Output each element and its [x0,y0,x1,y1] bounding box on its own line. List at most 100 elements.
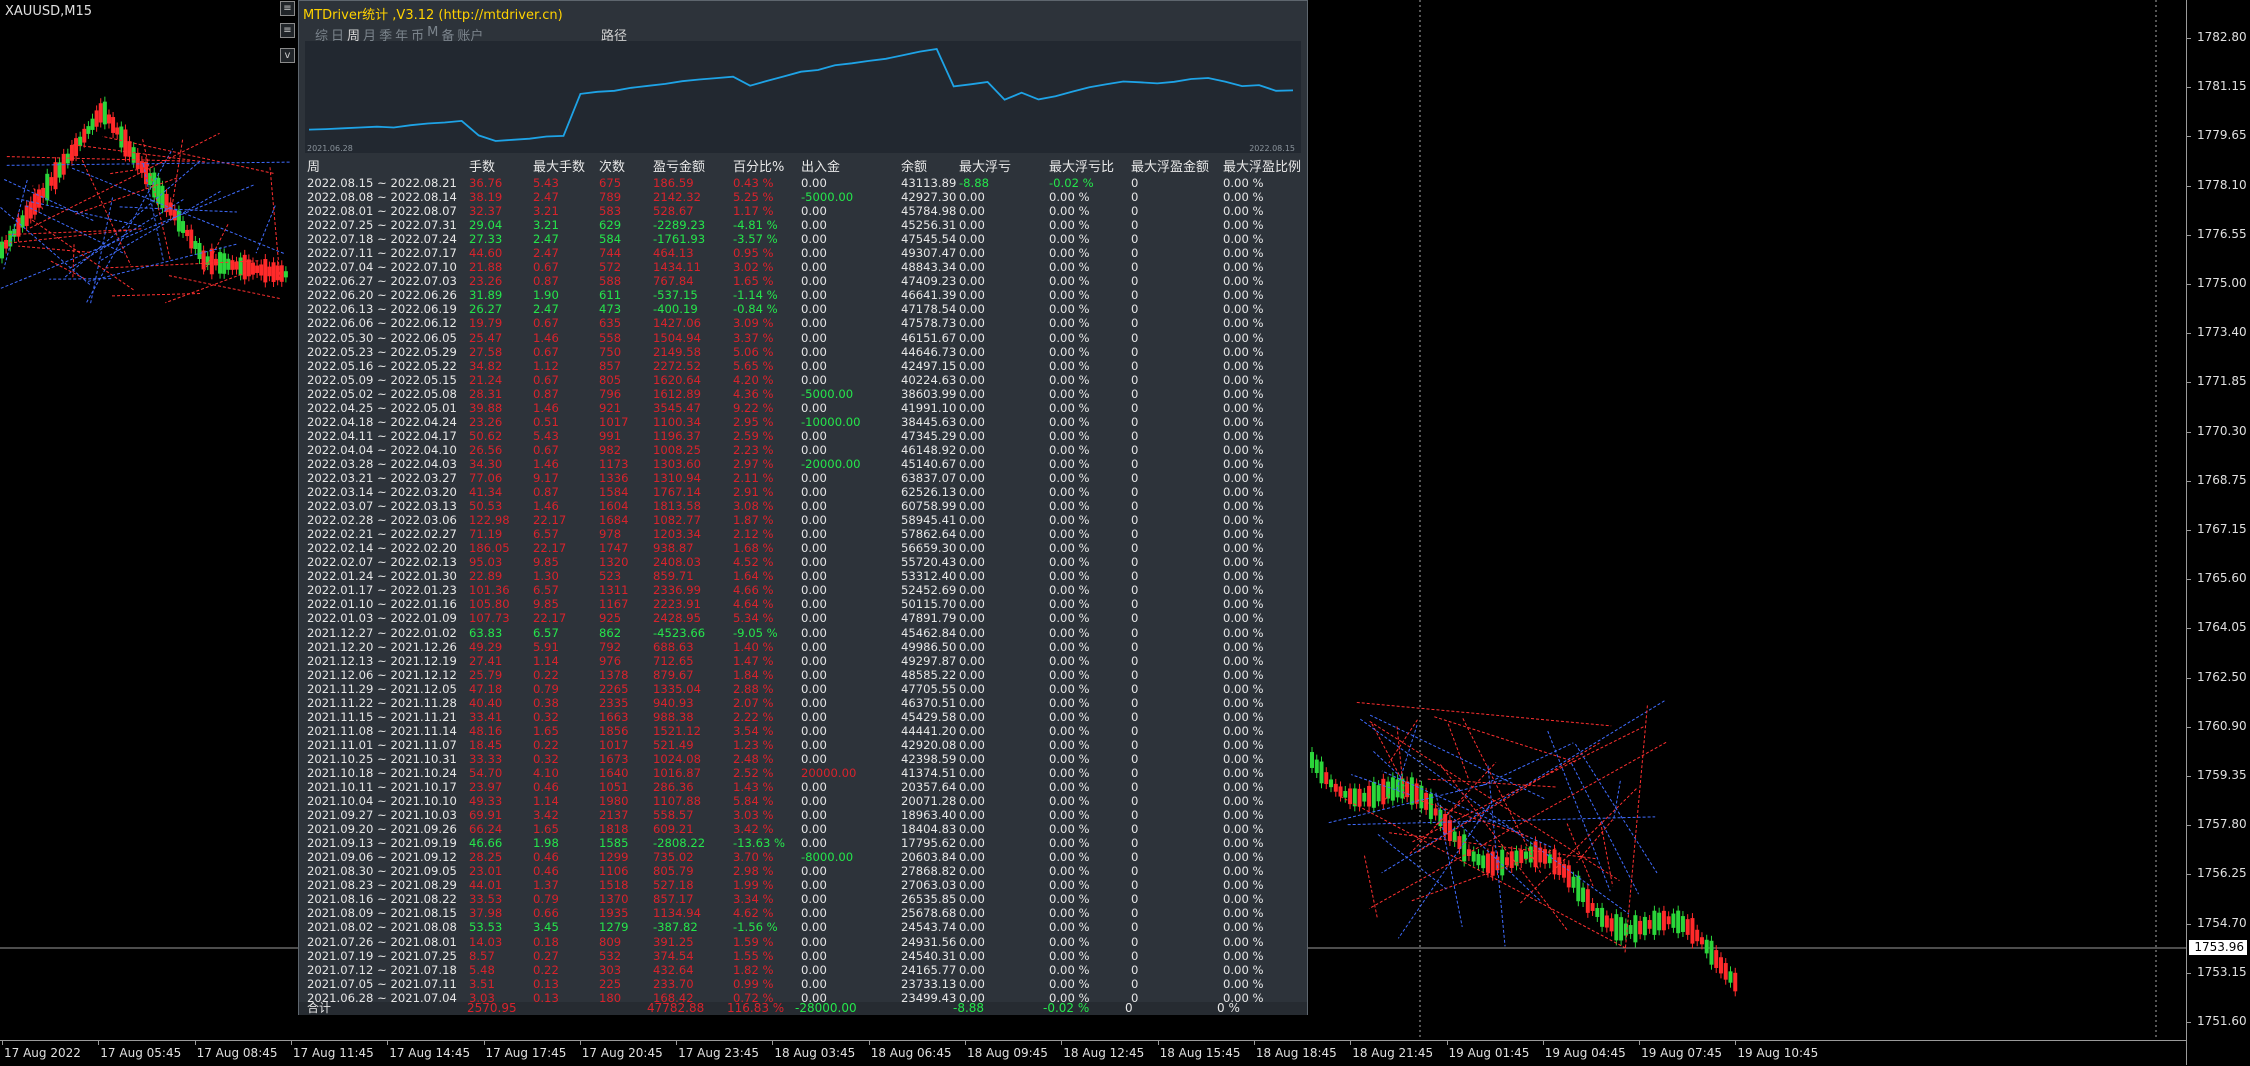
column-header[interactable]: 最大浮亏比 [1049,160,1114,176]
table-row[interactable]: 2022.01.03 ~ 2022.01.09 107.73 22.17 925 242… [305,611,1305,625]
table-row[interactable]: 2022.04.25 ~ 2022.05.01 39.88 1.46 921 3545.… [305,401,1305,415]
column-header[interactable]: 盈亏金额 [653,160,705,176]
table-row[interactable]: 2021.12.13 ~ 2021.12.19 27.41 1.14 976 712.6… [305,654,1305,668]
table-cell: 0.13 [533,976,559,991]
table-row[interactable]: 2021.08.16 ~ 2021.08.22 33.53 0.79 1370 857.… [305,892,1305,906]
table-cell: 37.98 [469,906,503,921]
table-cell: 0.00 % [1049,428,1090,443]
table-cell: 0.00 [801,625,827,640]
table-row[interactable]: 2021.11.15 ~ 2021.11.21 33.41 0.32 1663 988.… [305,710,1305,724]
table-row[interactable]: 2021.10.04 ~ 2021.10.10 49.33 1.14 1980 1107… [305,794,1305,808]
total-pct: 116.83 % [727,1001,785,1015]
table-row[interactable]: 2021.09.13 ~ 2021.09.19 46.66 1.98 1585 -280… [305,836,1305,850]
table-cell: 1747 [599,541,629,556]
chart-collapse-button[interactable]: v [280,48,295,63]
table-row[interactable]: 2022.06.13 ~ 2022.06.19 26.27 2.47 473 -400.… [305,302,1305,316]
table-cell: 33.53 [469,892,503,907]
table-row[interactable]: 2022.04.11 ~ 2022.04.17 50.62 5.43 991 1196.… [305,429,1305,443]
column-header[interactable]: 最大手数 [533,160,585,176]
table-row[interactable]: 2022.05.30 ~ 2022.06.05 25.47 1.46 558 1504.… [305,331,1305,345]
table-cell: 23.26 [469,274,503,289]
table-row[interactable]: 2022.03.21 ~ 2022.03.27 77.06 9.17 1336 1310… [305,471,1305,485]
table-row[interactable]: 2021.09.06 ~ 2021.09.12 28.25 0.46 1299 735.… [305,850,1305,864]
table-row[interactable]: 2022.07.18 ~ 2022.07.24 27.33 2.47 584 -1761… [305,232,1305,246]
table-row[interactable]: 2021.08.02 ~ 2021.08.08 53.53 3.45 1279 -387… [305,920,1305,934]
table-cell: 2021.08.02 ~ 2021.08.08 [307,920,457,935]
table-row[interactable]: 2022.03.28 ~ 2022.04.03 34.30 1.46 1173 1303… [305,457,1305,471]
table-cell: 33.33 [469,751,503,766]
table-row[interactable]: 2022.05.23 ~ 2022.05.29 27.58 0.67 750 2149.… [305,345,1305,359]
table-cell: 0.00 % [1223,794,1264,809]
table-row[interactable]: 2022.03.14 ~ 2022.03.20 41.34 0.87 1584 1767… [305,485,1305,499]
table-row[interactable]: 2021.11.29 ~ 2021.12.05 47.18 0.79 2265 1335… [305,682,1305,696]
table-row[interactable]: 2021.09.20 ~ 2021.09.26 66.24 1.65 1818 609.… [305,822,1305,836]
table-row[interactable]: 2021.10.25 ~ 2021.10.31 33.33 0.32 1673 1024… [305,752,1305,766]
table-row[interactable]: 2021.10.11 ~ 2021.10.17 23.97 0.46 1051 286.… [305,780,1305,794]
time-tick: 18 Aug 06:45 [868,1040,952,1060]
candle [172,209,177,221]
table-row[interactable]: 2022.08.15 ~ 2022.08.21 36.76 5.43 675 186.5… [305,176,1305,190]
column-header[interactable]: 出入金 [801,160,840,176]
table-cell: 0.00 [959,204,985,219]
table-row[interactable]: 2021.07.26 ~ 2021.08.01 14.03 0.18 809 391.2… [305,935,1305,949]
table-row[interactable]: 2021.11.01 ~ 2021.11.07 18.45 0.22 1017 521.… [305,738,1305,752]
trade-line [25,205,126,255]
table-row[interactable]: 2022.07.04 ~ 2022.07.10 21.88 0.67 572 1434.… [305,260,1305,274]
table-row[interactable]: 2021.09.27 ~ 2021.10.03 69.91 3.42 2137 558.… [305,808,1305,822]
table-row[interactable]: 2022.08.08 ~ 2022.08.14 38.19 2.47 789 2142.… [305,190,1305,204]
column-header[interactable]: 手数 [469,160,495,176]
candle [1381,778,1386,805]
table-row[interactable]: 2021.08.09 ~ 2021.08.15 37.98 0.66 1935 1134… [305,906,1305,920]
column-header[interactable]: 余额 [901,160,927,176]
chart-list-button[interactable]: ≡ [280,23,295,38]
table-row[interactable]: 2021.07.12 ~ 2021.07.18 5.48 0.22 303 432.64… [305,963,1305,977]
mini-start-date: 2021.06.28 [307,144,353,153]
column-header[interactable]: 最大浮亏 [959,160,1011,176]
table-row[interactable]: 2021.12.06 ~ 2021.12.12 25.79 0.22 1378 879.… [305,668,1305,682]
table-cell: 0.00 % [1223,751,1264,766]
column-header[interactable]: 百分比% [733,160,784,176]
candle [82,128,87,143]
column-header[interactable]: 最大浮盈金额 [1131,160,1209,176]
table-row[interactable]: 2022.02.28 ~ 2022.03.06 122.98 22.17 1684 10… [305,513,1305,527]
table-row[interactable]: 2022.04.04 ~ 2022.04.10 26.56 0.67 982 1008.… [305,443,1305,457]
column-header[interactable]: 周 [307,160,320,176]
table-cell: 0.66 [533,906,559,921]
table-row[interactable]: 2022.04.18 ~ 2022.04.24 23.26 0.51 1017 1100… [305,415,1305,429]
table-row[interactable]: 2021.12.20 ~ 2021.12.26 49.29 5.91 792 688.6… [305,640,1305,654]
column-header[interactable]: 次数 [599,160,625,176]
table-row[interactable]: 2022.02.21 ~ 2022.02.27 71.19 6.57 978 1203.… [305,527,1305,541]
table-row[interactable]: 2022.02.07 ~ 2022.02.13 95.03 9.85 1320 2408… [305,555,1305,569]
table-row[interactable]: 2021.08.23 ~ 2021.08.29 44.01 1.37 1518 527.… [305,878,1305,892]
table-cell: 0.00 [959,569,985,584]
table-row[interactable]: 2022.02.14 ~ 2022.02.20 186.05 22.17 1747 93… [305,541,1305,555]
table-row[interactable]: 2022.05.09 ~ 2022.05.15 21.24 0.67 805 1620.… [305,373,1305,387]
table-cell: 991 [599,428,622,443]
table-row[interactable]: 2022.07.11 ~ 2022.07.17 44.60 2.47 744 464.1… [305,246,1305,260]
table-row[interactable]: 2022.06.06 ~ 2022.06.12 19.79 0.67 635 1427.… [305,316,1305,330]
column-header[interactable]: 最大浮盈比例 [1223,160,1301,176]
table-row[interactable]: 2022.01.10 ~ 2022.01.16 105.80 9.85 1167 222… [305,597,1305,611]
table-row[interactable]: 2021.10.18 ~ 2021.10.24 54.70 4.10 1640 1016… [305,766,1305,780]
table-row[interactable]: 2021.11.22 ~ 2021.11.28 40.40 0.38 2335 940.… [305,696,1305,710]
table-row[interactable]: 2022.08.01 ~ 2022.08.07 32.37 3.21 583 528.6… [305,204,1305,218]
table-row[interactable]: 2022.06.20 ~ 2022.06.26 31.89 1.90 611 -537.… [305,288,1305,302]
chart-menu-button[interactable]: ≡ [280,1,295,16]
table-row[interactable]: 2022.05.02 ~ 2022.05.08 28.31 0.87 796 1612.… [305,387,1305,401]
table-row[interactable]: 2021.11.08 ~ 2021.11.14 48.16 1.65 1856 1521… [305,724,1305,738]
table-row[interactable]: 2021.08.30 ~ 2021.09.05 23.01 0.46 1106 805.… [305,864,1305,878]
table-row[interactable]: 2021.07.19 ~ 2021.07.25 8.57 0.27 532 374.54… [305,949,1305,963]
table-cell: 2022.08.15 ~ 2022.08.21 [307,176,457,190]
table-cell: 1167 [599,597,629,612]
table-row[interactable]: 2022.03.07 ~ 2022.03.13 50.53 1.46 1604 1813… [305,499,1305,513]
candle [1590,903,1595,911]
table-row[interactable]: 2022.01.17 ~ 2022.01.23 101.36 6.57 1311 233… [305,583,1305,597]
table-row[interactable]: 2022.06.27 ~ 2022.07.03 23.26 0.87 588 767.8… [305,274,1305,288]
table-cell: 2021.08.16 ~ 2021.08.22 [307,892,457,907]
table-row[interactable]: 2021.07.05 ~ 2021.07.11 3.51 0.13 225 233.70… [305,977,1305,991]
table-row[interactable]: 2022.07.25 ~ 2022.07.31 29.04 3.21 629 -2289… [305,218,1305,232]
table-row[interactable]: 2022.01.24 ~ 2022.01.30 22.89 1.30 523 859.7… [305,569,1305,583]
table-row[interactable]: 2021.12.27 ~ 2022.01.02 63.83 6.57 862 -4523… [305,626,1305,640]
table-cell: 1.46 [533,456,559,471]
table-row[interactable]: 2022.05.16 ~ 2022.05.22 34.82 1.12 857 2272.… [305,359,1305,373]
